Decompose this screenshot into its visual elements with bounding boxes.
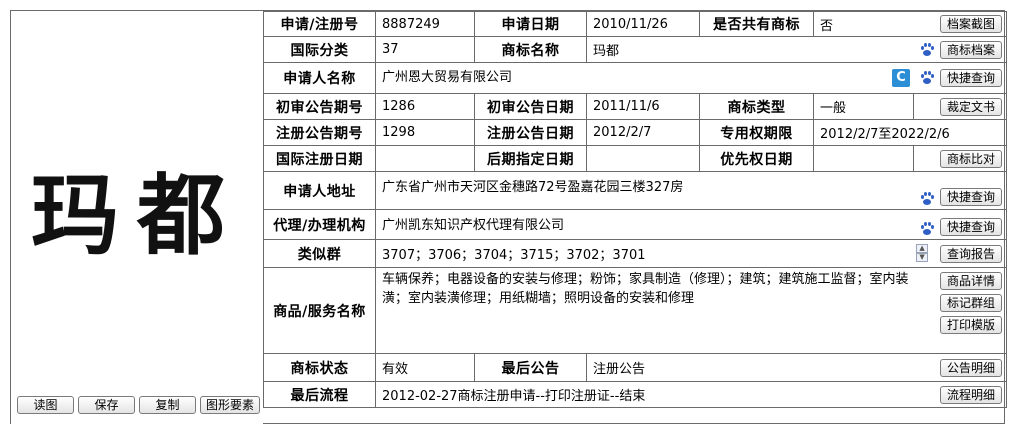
app-no-value: 8887249 — [375, 11, 475, 37]
priority-value — [813, 145, 914, 172]
print-template-button[interactable]: 打印模版 — [940, 316, 1003, 334]
read-image-button[interactable]: 读图 — [17, 396, 74, 414]
baidu-paw-icon[interactable] — [920, 71, 935, 85]
similar-label: 类似群 — [263, 239, 376, 268]
tm-name-value: 玛都 — [593, 44, 620, 59]
last-flow-cell: 2012-02-27商标注册申请--打印注册证--结束 流程明细 — [374, 381, 1008, 408]
agent-value: 广州凯东知识产权代理有限公司 — [382, 218, 565, 233]
trademark-image-panel: 玛都 读图 保存 复制 图形要素 — [11, 11, 263, 425]
applicant-quick-query-button[interactable]: 快捷查询 — [940, 69, 1003, 87]
exclusive-label: 专用权期限 — [699, 119, 814, 146]
table-row: 国际注册日期 后期指定日期 优先权日期 商标比对 — [263, 145, 1008, 172]
baidu-paw-icon[interactable] — [920, 192, 935, 206]
intl-class-value: 37 — [375, 36, 475, 63]
shared-cell: 否 档案截图 — [812, 11, 1008, 37]
spinner-up-icon[interactable]: ▲ — [916, 243, 929, 253]
later-label: 后期指定日期 — [474, 145, 587, 172]
last-notice-cell: 注册公告 公告明细 — [585, 353, 1008, 382]
similar-value: 3707；3706；3704；3715；3702；3701 — [382, 248, 646, 263]
agent-quick-query-button[interactable]: 快捷查询 — [940, 218, 1003, 236]
goods-cell: 车辆保养；电器设备的安装与修理；粉饰；家具制造（修理）；建筑；建筑施工监督；室内… — [374, 267, 1008, 354]
spinner-icon[interactable]: ▲ ▼ — [916, 243, 930, 264]
reg-no-value: 1298 — [375, 119, 475, 146]
tm-type-value: 一般 — [813, 93, 914, 120]
applicant-label: 申请人名称 — [263, 62, 376, 94]
goods-detail-button[interactable]: 商品详情 — [940, 272, 1003, 290]
reg-date-label: 注册公告日期 — [474, 119, 587, 146]
intl-class-label: 国际分类 — [263, 36, 376, 63]
address-label: 申请人地址 — [263, 171, 376, 210]
table-row: 初审公告期号 1286 初审公告日期 2011/11/6 商标类型 一般 裁定文… — [263, 93, 1008, 120]
app-no-label: 申请/注册号 — [263, 11, 376, 37]
ruling-cell: 裁定文书 — [912, 93, 1008, 120]
goods-value: 车辆保养；电器设备的安装与修理；粉饰；家具制造（修理）；建筑；建筑施工监督；室内… — [382, 272, 909, 306]
status-label: 商标状态 — [263, 353, 376, 382]
address-value: 广东省广州市天河区金穗路72号盈嘉花园三楼327房 — [382, 180, 684, 195]
agent-cell: 广州凯东知识产权代理有限公司 快捷查询 — [374, 209, 1008, 240]
tm-name-label: 商标名称 — [474, 36, 587, 63]
notice-detail-button[interactable]: 公告明细 — [940, 358, 1003, 377]
table-row: 商标状态 有效 最后公告 注册公告 公告明细 — [263, 353, 1008, 382]
image-toolbar: 读图 保存 复制 图形要素 — [17, 396, 260, 414]
compare-cell: 商标比对 — [912, 145, 1008, 172]
prelim-date-label: 初审公告日期 — [474, 93, 587, 120]
trademark-image-text: 玛都 — [30, 164, 243, 267]
tm-name-cell: 玛都 商标档案 — [585, 36, 1008, 63]
table-row: 国际分类 37 商标名称 玛都 商标档案 — [263, 36, 1008, 63]
prelim-no-label: 初审公告期号 — [263, 93, 376, 120]
last-notice-label: 最后公告 — [474, 353, 587, 382]
app-date-label: 申请日期 — [474, 11, 587, 37]
table-row: 最后流程 2012-02-27商标注册申请--打印注册证--结束 流程明细 — [263, 381, 1008, 408]
last-flow-value: 2012-02-27商标注册申请--打印注册证--结束 — [382, 389, 646, 404]
intl-reg-label: 国际注册日期 — [263, 145, 376, 172]
trademark-image: 玛都 — [11, 161, 263, 271]
intl-reg-value — [375, 145, 475, 172]
table-row: 类似群 3707；3706；3704；3715；3702；3701 ▲ ▼ 查询… — [263, 239, 1008, 268]
trademark-record-frame: 玛都 读图 保存 复制 图形要素 申请/注册号 8887249 申请日期 201… — [10, 10, 1008, 425]
tm-archive-button[interactable]: 商标档案 — [940, 40, 1003, 59]
prelim-date-value: 2011/11/6 — [586, 93, 700, 120]
tm-type-label: 商标类型 — [699, 93, 814, 120]
table-row: 申请/注册号 8887249 申请日期 2010/11/26 是否共有商标 否 … — [263, 11, 1008, 37]
priority-label: 优先权日期 — [699, 145, 814, 172]
last-flow-label: 最后流程 — [263, 381, 376, 408]
goods-label: 商品/服务名称 — [263, 267, 376, 354]
address-quick-query-button[interactable]: 快捷查询 — [940, 188, 1003, 206]
spinner-down-icon[interactable]: ▼ — [916, 252, 929, 262]
save-button[interactable]: 保存 — [78, 396, 135, 414]
table-row: 申请人名称 广州恩大贸易有限公司 C 快捷查询 — [263, 62, 1008, 94]
later-value — [586, 145, 700, 172]
last-notice-value: 注册公告 — [593, 362, 646, 377]
table-row: 申请人地址 广东省广州市天河区金穗路72号盈嘉花园三楼327房 快捷查询 — [263, 171, 1008, 210]
tm-compare-button[interactable]: 商标比对 — [940, 149, 1003, 168]
status-value: 有效 — [375, 353, 475, 382]
table-row: 注册公告期号 1298 注册公告日期 2012/2/7 专用权期限 2012/2… — [263, 119, 1008, 146]
agent-label: 代理/办理机构 — [263, 209, 376, 240]
goods-button-stack: 商品详情 标记群组 打印模版 — [940, 272, 1003, 334]
flow-detail-button[interactable]: 流程明细 — [940, 385, 1003, 404]
figure-elements-button[interactable]: 图形要素 — [200, 396, 260, 414]
archive-screenshot-button[interactable]: 档案截图 — [940, 15, 1003, 33]
shared-value: 否 — [820, 18, 834, 34]
reg-no-label: 注册公告期号 — [263, 119, 376, 146]
ruling-doc-button[interactable]: 裁定文书 — [940, 97, 1003, 116]
exclusive-value: 2012/2/7至2022/2/6 — [812, 119, 1008, 146]
baidu-paw-icon[interactable] — [920, 222, 935, 236]
prelim-no-value: 1286 — [375, 93, 475, 120]
shared-label: 是否共有商标 — [699, 11, 814, 37]
c-logo-icon[interactable]: C — [892, 69, 911, 87]
similar-cell: 3707；3706；3704；3715；3702；3701 ▲ ▼ 查询报告 — [374, 239, 1008, 268]
reg-date-value: 2012/2/7 — [586, 119, 700, 146]
copy-button[interactable]: 复制 — [139, 396, 196, 414]
query-report-button[interactable]: 查询报告 — [940, 244, 1003, 263]
table-row: 代理/办理机构 广州凯东知识产权代理有限公司 快捷查询 — [263, 209, 1008, 240]
applicant-cell: 广州恩大贸易有限公司 C 快捷查询 — [374, 62, 1008, 94]
trademark-info-table: 申请/注册号 8887249 申请日期 2010/11/26 是否共有商标 否 … — [263, 11, 1008, 425]
address-cell: 广东省广州市天河区金穗路72号盈嘉花园三楼327房 快捷查询 — [374, 171, 1008, 210]
baidu-paw-icon[interactable] — [920, 42, 935, 57]
mark-group-button[interactable]: 标记群组 — [940, 294, 1003, 312]
applicant-value: 广州恩大贸易有限公司 — [382, 70, 513, 85]
app-date-value: 2010/11/26 — [586, 11, 700, 37]
table-row: 商品/服务名称 车辆保养；电器设备的安装与修理；粉饰；家具制造（修理）；建筑；建… — [263, 267, 1008, 354]
